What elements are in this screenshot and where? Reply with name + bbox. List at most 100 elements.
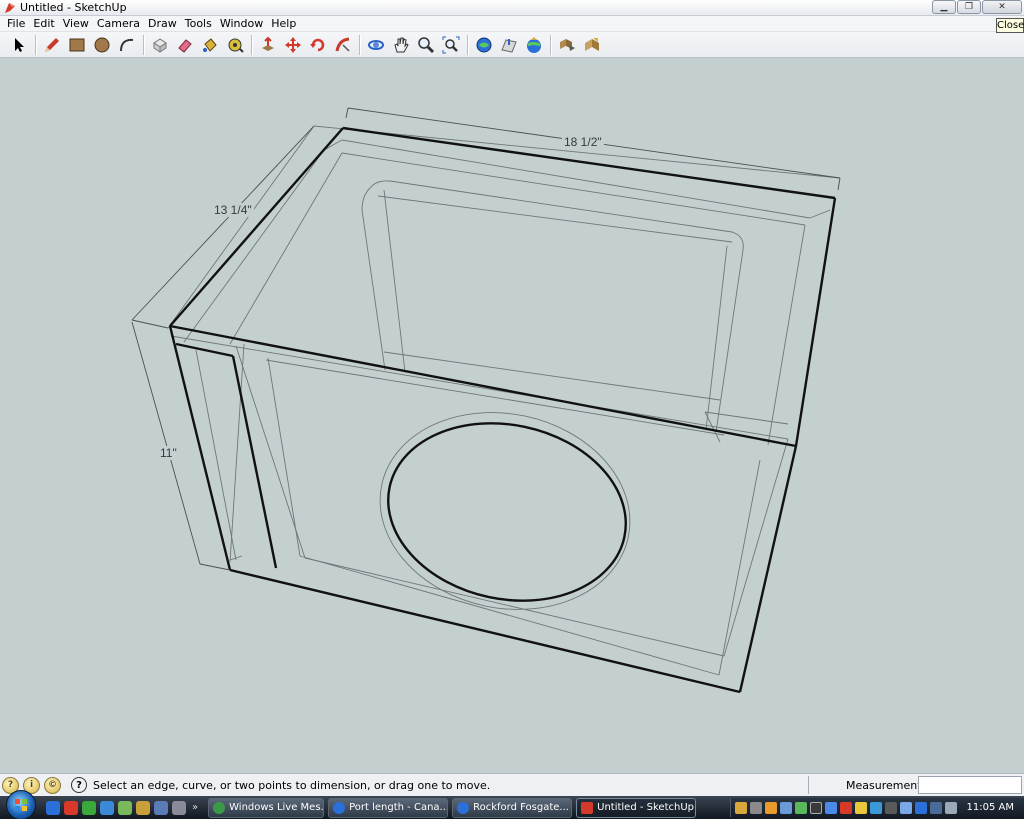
inner-edges bbox=[167, 125, 841, 676]
photo-textures-tool-button[interactable] bbox=[581, 34, 603, 56]
select-icon bbox=[15, 37, 24, 52]
tape-measure-icon bbox=[228, 38, 244, 53]
move-icon bbox=[285, 36, 301, 53]
zoom-extents-icon bbox=[442, 36, 460, 53]
taskbar-item-sketchup[interactable]: Untitled - SketchUp bbox=[576, 797, 697, 818]
eraser-icon bbox=[178, 38, 192, 53]
push-pull-icon bbox=[262, 36, 274, 51]
tray-network-icon[interactable] bbox=[780, 801, 792, 814]
taskbar-item-messenger[interactable]: Windows Live Mes... bbox=[208, 797, 325, 818]
follow-me-icon bbox=[335, 37, 350, 52]
menu-bar: File Edit View Camera Draw Tools Window … bbox=[0, 16, 1024, 32]
taskbar-item-port-length[interactable]: Port length - Cana... bbox=[328, 797, 449, 818]
tray-volume-icon[interactable] bbox=[945, 801, 957, 814]
pan-icon bbox=[394, 37, 409, 52]
quick-launch-app-icon[interactable] bbox=[82, 800, 96, 815]
status-bar: ? i © ? Select an edge, curve, or two po… bbox=[0, 773, 1024, 796]
drawing-canvas[interactable]: 18 1/2" 13 1/4" 11" bbox=[0, 59, 1024, 773]
menu-tools[interactable]: Tools bbox=[182, 17, 217, 30]
model-viewport bbox=[131, 107, 841, 694]
pan-tool-button[interactable] bbox=[390, 34, 412, 56]
tray-monitor-icon[interactable] bbox=[900, 801, 912, 814]
circle-tool-button[interactable] bbox=[91, 34, 113, 56]
windows-logo-icon bbox=[15, 798, 27, 811]
share-model-tool-button[interactable] bbox=[498, 34, 520, 56]
toolbar-separator bbox=[359, 34, 361, 55]
quick-launch-browser-icon[interactable] bbox=[100, 800, 114, 815]
tray-update-icon[interactable] bbox=[765, 801, 777, 814]
move-tool-button[interactable] bbox=[282, 34, 304, 56]
menu-file[interactable]: File bbox=[4, 17, 30, 30]
tray-c-icon[interactable] bbox=[915, 801, 927, 814]
google-earth-tool-button[interactable] bbox=[523, 34, 545, 56]
quick-launch-aim-icon[interactable] bbox=[64, 800, 78, 815]
tray-security-icon[interactable] bbox=[840, 801, 852, 814]
quick-launch-excel-icon[interactable] bbox=[118, 800, 132, 815]
height-dimension-label[interactable]: 11" bbox=[158, 446, 179, 460]
tray-shield-icon[interactable] bbox=[735, 801, 747, 814]
rectangle-tool-button[interactable] bbox=[66, 34, 88, 56]
quick-launch-switch-icon[interactable] bbox=[172, 800, 186, 815]
tray-printer-icon[interactable] bbox=[885, 801, 897, 814]
menu-edit[interactable]: Edit bbox=[30, 17, 59, 30]
quick-launch-folder-icon[interactable] bbox=[136, 800, 150, 815]
measurements-label: Measurements bbox=[846, 779, 928, 792]
make-component-tool-button[interactable] bbox=[149, 34, 171, 56]
close-button[interactable]: ✕ bbox=[982, 0, 1022, 14]
start-button[interactable] bbox=[6, 789, 36, 819]
toolbar-separator bbox=[550, 34, 552, 55]
follow-me-tool-button[interactable] bbox=[332, 34, 354, 56]
restore-button[interactable]: ❐ bbox=[957, 0, 981, 14]
quick-launch-more-icon[interactable]: » bbox=[192, 802, 198, 813]
toolbar-separator bbox=[35, 34, 37, 55]
eraser-tool-button[interactable] bbox=[174, 34, 196, 56]
help-icon[interactable]: ? bbox=[71, 777, 87, 793]
share-model-icon bbox=[501, 38, 517, 53]
tray-sync-icon[interactable] bbox=[870, 801, 882, 814]
rotate-icon bbox=[310, 38, 325, 51]
width-dimension-label[interactable]: 18 1/2" bbox=[562, 135, 604, 149]
tray-display-icon[interactable] bbox=[810, 801, 822, 814]
quick-launch-ie-icon[interactable] bbox=[46, 800, 60, 815]
main-toolbar bbox=[0, 32, 1024, 58]
paint-bucket-tool-button[interactable] bbox=[199, 34, 221, 56]
components-icon bbox=[560, 38, 575, 51]
select-tool-button[interactable] bbox=[8, 34, 30, 56]
tray-app-icon[interactable] bbox=[750, 801, 762, 814]
toolbar-separator bbox=[143, 34, 145, 55]
menu-help[interactable]: Help bbox=[268, 17, 301, 30]
status-divider bbox=[808, 776, 809, 794]
zoom-extents-tool-button[interactable] bbox=[440, 34, 462, 56]
components-tool-button[interactable] bbox=[556, 34, 578, 56]
minimize-button[interactable]: ▁ bbox=[932, 0, 956, 14]
measurements-input[interactable] bbox=[918, 776, 1022, 794]
title-bar: Untitled - SketchUp ▁ ❐ ✕ bbox=[0, 0, 1024, 16]
close-icon: ✕ bbox=[998, 2, 1006, 12]
menu-draw[interactable]: Draw bbox=[145, 17, 182, 30]
minimize-icon: ▁ bbox=[940, 2, 948, 12]
menu-window[interactable]: Window bbox=[217, 17, 268, 30]
depth-dimension-label[interactable]: 13 1/4" bbox=[212, 203, 254, 217]
tray-bluetooth-icon[interactable] bbox=[825, 801, 837, 814]
tray-warning-icon[interactable] bbox=[855, 801, 867, 814]
taskbar-item-rockford[interactable]: Rockford Fosgate... bbox=[452, 797, 573, 818]
rectangle-icon bbox=[69, 38, 85, 51]
rotate-tool-button[interactable] bbox=[307, 34, 329, 56]
push-pull-tool-button[interactable] bbox=[257, 34, 279, 56]
tray-computer-icon[interactable] bbox=[930, 801, 942, 814]
taskbar-clock[interactable]: 11:05 AM bbox=[967, 802, 1014, 813]
user-icon[interactable]: © bbox=[44, 776, 61, 794]
zoom-tool-button[interactable] bbox=[415, 34, 437, 56]
orbit-tool-button[interactable] bbox=[365, 34, 387, 56]
menu-view[interactable]: View bbox=[60, 17, 94, 30]
quick-launch-desktop-icon[interactable] bbox=[154, 800, 168, 815]
menu-camera[interactable]: Camera bbox=[94, 17, 145, 30]
tape-measure-tool-button[interactable] bbox=[224, 34, 246, 56]
arc-tool-button[interactable] bbox=[116, 34, 138, 56]
status-message: Select an edge, curve, or two points to … bbox=[93, 778, 491, 792]
pencil-tool-button[interactable] bbox=[41, 34, 63, 56]
get-models-tool-button[interactable] bbox=[473, 34, 495, 56]
paint-bucket-icon bbox=[203, 37, 217, 52]
make-component-icon bbox=[153, 37, 167, 53]
tray-chat-icon[interactable] bbox=[795, 801, 807, 814]
